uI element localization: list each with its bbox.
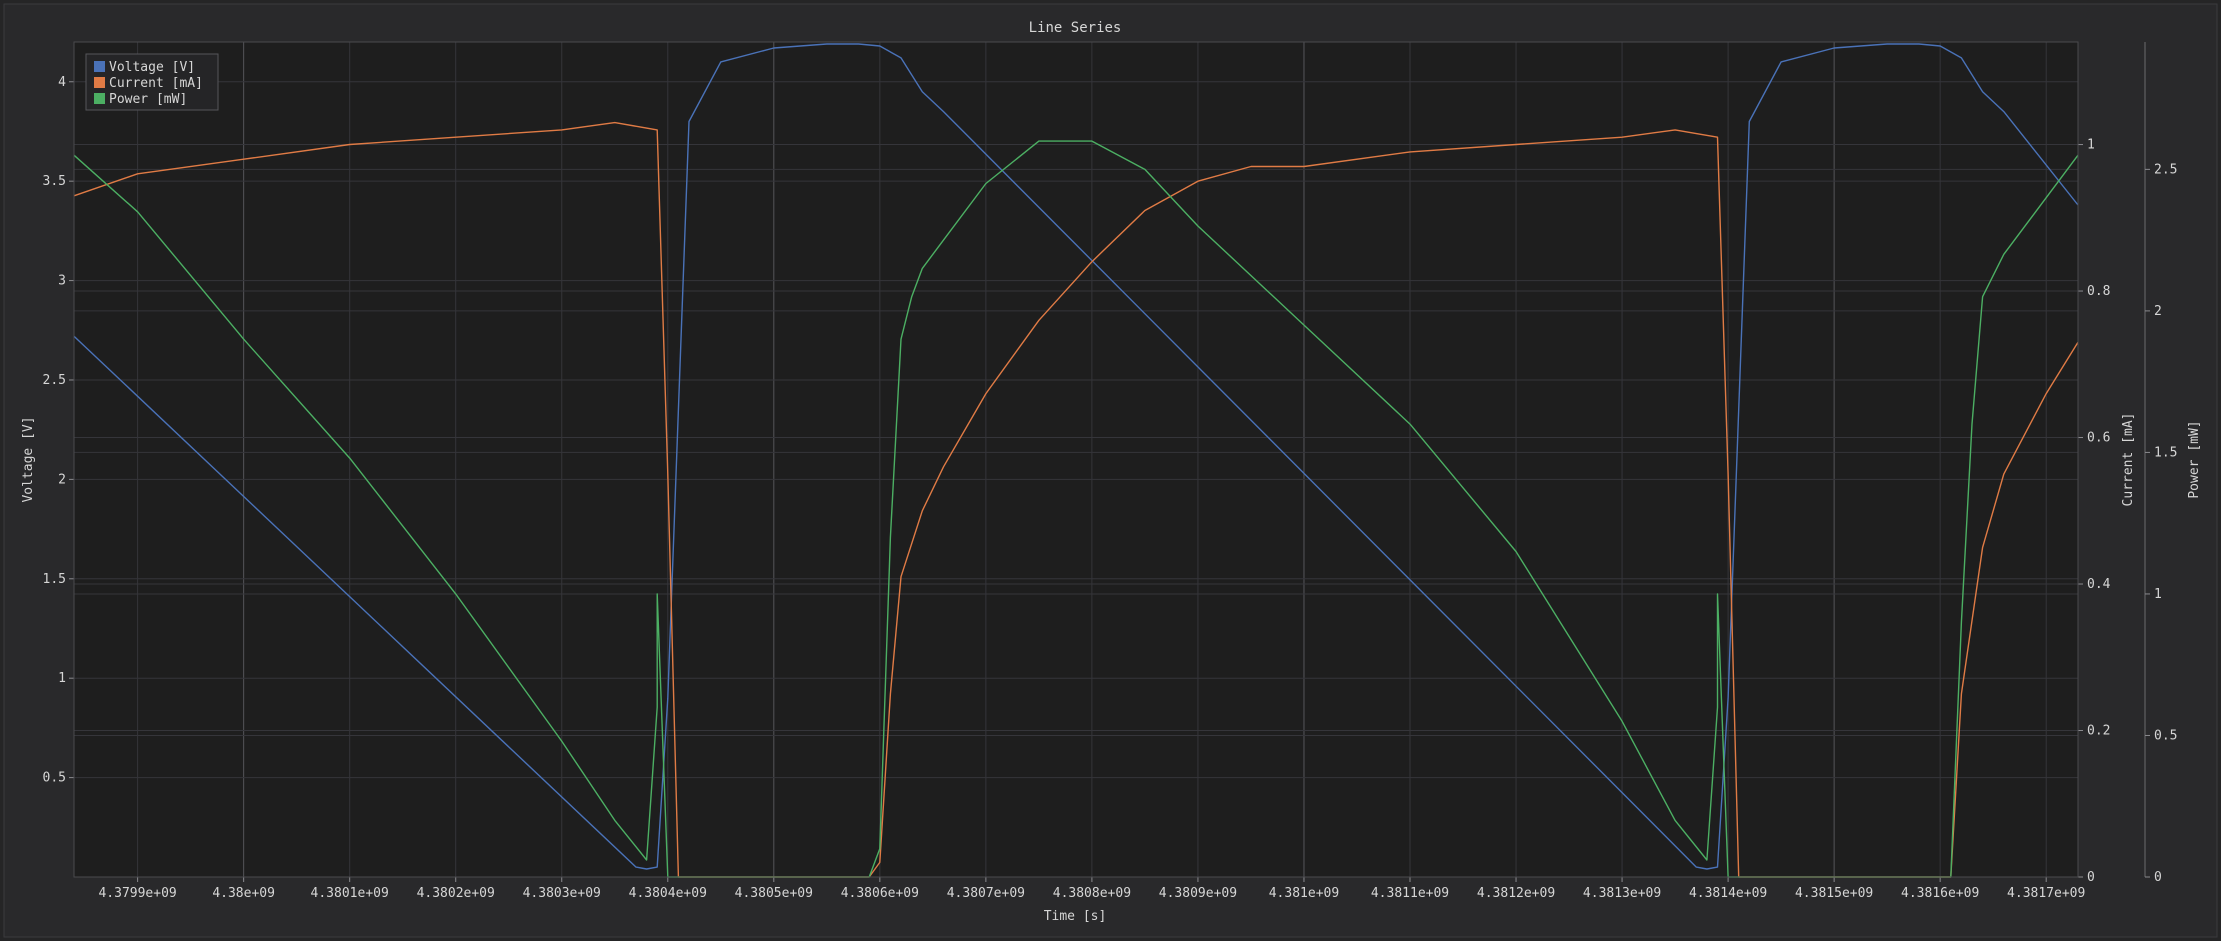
legend[interactable]: Voltage [V]Current [mA]Power [mW] [85,53,219,111]
x-tick-label: 4.3811e+09 [1371,886,1449,901]
legend-swatch[interactable] [94,93,105,104]
x-tick-label: 4.3799e+09 [98,886,176,901]
legend-swatch[interactable] [94,61,105,72]
y-tick-label-power: 1 [2154,587,2162,602]
x-tick-label: 4.3814e+09 [1689,886,1767,901]
legend-label[interactable]: Voltage [V] [109,60,195,75]
y-tick-label-voltage: 1.5 [43,572,66,587]
chart-area: Line Series 4.3799e+09 4.38e+09 4.3801e+09… [0,0,2221,941]
x-tick-label: 4.38e+09 [212,886,275,901]
chart-title: Line Series [1029,20,1122,36]
x-tick-label: 4.3808e+09 [1053,886,1131,901]
x-tick-label: 4.3805e+09 [735,886,813,901]
x-axis-label: Time [s] [1044,909,1107,924]
y-tick-label-current: 0.4 [2087,577,2111,592]
y-tick-label-voltage: 2.5 [43,373,66,388]
y-tick-label-power: 0 [2154,870,2162,885]
plot-area [74,42,2078,877]
x-tick-label: 4.3816e+09 [1901,886,1979,901]
plot-background [74,42,2078,877]
y-tick-label-power: 0.5 [2154,728,2177,743]
y-axis-label-current: Current [mA] [2121,413,2136,507]
y-tick-label-power: 1.5 [2154,445,2177,460]
y-tick-label-voltage: 3 [58,274,66,289]
y-tick-label-voltage: 4 [58,75,66,90]
y-tick-label-voltage: 0.5 [43,771,66,786]
x-tick-label: 4.3807e+09 [947,886,1025,901]
y-tick-label-power: 2.5 [2154,162,2177,177]
x-tick-label: 4.3815e+09 [1795,886,1873,901]
x-tick-label: 4.3813e+09 [1583,886,1661,901]
x-tick-label: 4.3803e+09 [523,886,601,901]
y-axis-label-power: Power [mW] [2187,420,2202,498]
x-tick-label: 4.3817e+09 [2007,886,2085,901]
y-axis-label-voltage: Voltage [V] [21,416,36,502]
x-tick-label: 4.3804e+09 [629,886,707,901]
y-tick-label-current: 0 [2087,870,2095,885]
y-tick-label-current: 1 [2087,138,2095,153]
y-tick-label-voltage: 3.5 [43,174,66,189]
legend-label[interactable]: Power [mW] [109,92,187,107]
legend-swatch[interactable] [94,77,105,88]
x-tick-label: 4.3802e+09 [417,886,495,901]
y-tick-label-current: 0.6 [2087,431,2110,446]
y-tick-label-voltage: 2 [58,472,66,487]
y-tick-label-power: 2 [2154,304,2162,319]
y-tick-label-voltage: 1 [58,671,66,686]
x-tick-label: 4.3812e+09 [1477,886,1555,901]
x-tick-label: 4.3809e+09 [1159,886,1237,901]
x-tick-label: 4.3806e+09 [841,886,919,901]
x-tick-label: 4.3801e+09 [311,886,389,901]
y-tick-label-current: 0.2 [2087,724,2110,739]
legend-label[interactable]: Current [mA] [109,76,203,91]
x-tick-label: 4.381e+09 [1269,886,1339,901]
y-tick-label-current: 0.8 [2087,284,2110,299]
